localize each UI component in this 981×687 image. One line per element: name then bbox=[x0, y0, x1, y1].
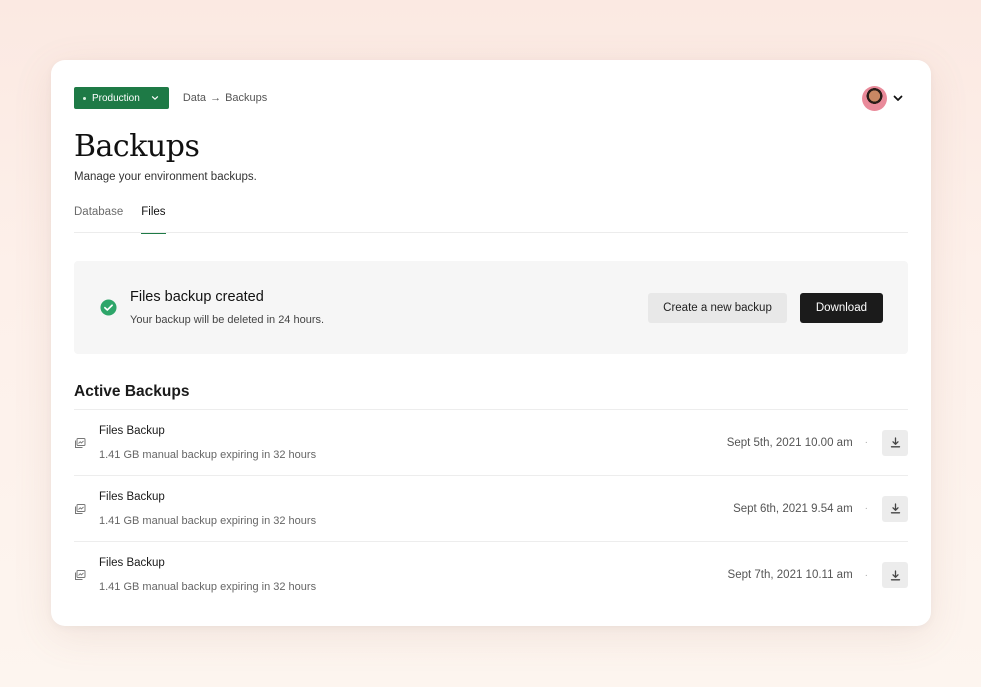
breadcrumb: Data → Backups bbox=[183, 92, 267, 104]
top-bar: Production Data → Backups bbox=[74, 85, 905, 111]
separator-dot: · bbox=[864, 503, 868, 514]
backup-meta: 1.41 GB manual backup expiring in 32 hou… bbox=[99, 448, 317, 461]
backup-info: Files Backup 1.41 GB manual backup expir… bbox=[99, 491, 316, 527]
files-stack-icon bbox=[75, 503, 86, 514]
breadcrumb-backups: Backups bbox=[225, 92, 268, 104]
row-download-button[interactable] bbox=[882, 495, 908, 522]
files-stack-icon bbox=[75, 437, 86, 448]
download-icon bbox=[890, 503, 900, 514]
backup-meta: 1.41 GB manual backup expiring in 32 hou… bbox=[99, 514, 317, 527]
chevron-down-icon bbox=[893, 95, 903, 101]
active-backups-heading: Active Backups bbox=[74, 383, 190, 400]
backup-date: Sept 5th, 2021 10.00 am bbox=[726, 436, 853, 449]
backup-created-alert: Files backup created Your backup will be… bbox=[74, 261, 908, 354]
page-subtitle: Manage your environment backups. bbox=[74, 171, 257, 183]
backup-info: Files Backup 1.41 GB manual backup expir… bbox=[99, 425, 316, 461]
check-circle-icon bbox=[100, 299, 117, 316]
separator-dot: · bbox=[864, 569, 868, 581]
chevron-down-icon bbox=[151, 96, 158, 100]
user-menu[interactable] bbox=[862, 85, 905, 111]
download-button[interactable]: Download bbox=[799, 292, 883, 323]
list-item: Files Backup 1.41 GB manual backup expir… bbox=[74, 542, 908, 608]
alert-text: Files backup created Your backup will be… bbox=[130, 289, 324, 326]
backup-name: Files Backup bbox=[99, 490, 165, 503]
environment-switcher[interactable]: Production bbox=[74, 87, 169, 109]
alert-title: Files backup created bbox=[130, 289, 264, 305]
files-stack-icon bbox=[75, 570, 86, 580]
tab-bar: Database Files bbox=[74, 204, 908, 234]
row-download-button[interactable] bbox=[882, 429, 908, 456]
environment-label: Production bbox=[92, 92, 140, 104]
list-item: Files Backup 1.41 GB manual backup expir… bbox=[74, 476, 908, 542]
environment-status-dot bbox=[83, 96, 86, 100]
alert-message: Your backup will be deleted in 24 hours. bbox=[130, 314, 325, 326]
backup-meta: 1.41 GB manual backup expiring in 32 hou… bbox=[99, 581, 317, 593]
backups-card: Production Data → Backups Backups Manage… bbox=[51, 60, 931, 626]
tab-database[interactable]: Database bbox=[74, 204, 123, 233]
backup-name: Files Backup bbox=[99, 424, 165, 437]
page-title: Backups bbox=[74, 129, 200, 164]
backup-date: Sept 7th, 2021 10.11 am bbox=[727, 569, 853, 581]
active-backups-list: Files Backup 1.41 GB manual backup expir… bbox=[74, 409, 908, 608]
separator-dot: · bbox=[864, 437, 868, 448]
backup-name: Files Backup bbox=[99, 557, 165, 569]
backup-date: Sept 6th, 2021 9.54 am bbox=[733, 502, 853, 515]
list-item: Files Backup 1.41 GB manual backup expir… bbox=[74, 410, 908, 476]
download-icon bbox=[890, 569, 900, 580]
download-icon bbox=[890, 437, 900, 448]
tab-files[interactable]: Files bbox=[141, 204, 166, 234]
row-download-button[interactable] bbox=[882, 562, 908, 588]
create-backup-button[interactable]: Create a new backup bbox=[648, 292, 787, 323]
backup-info: Files Backup 1.41 GB manual backup expir… bbox=[99, 557, 316, 593]
breadcrumb-arrow: → bbox=[210, 92, 222, 104]
alert-actions: Create a new backup Download bbox=[648, 292, 883, 323]
avatar bbox=[862, 85, 887, 111]
breadcrumb-data[interactable]: Data bbox=[183, 92, 206, 104]
